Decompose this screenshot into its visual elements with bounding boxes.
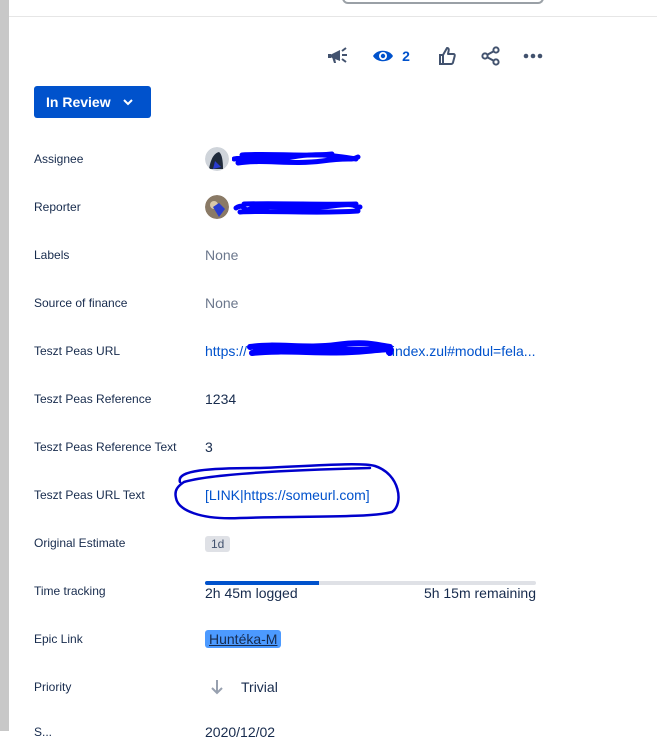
feedback-button[interactable] — [324, 42, 352, 70]
highlight-circle-annotation — [174, 463, 400, 520]
field-label: Assignee — [34, 152, 84, 166]
redacted-assignee-name — [232, 151, 361, 166]
epic-link-value-wrap: Huntéka-M — [205, 627, 282, 651]
vote-button[interactable] — [434, 42, 460, 70]
field-label: Priority — [34, 680, 72, 694]
field-reporter: Reporter — [34, 195, 544, 219]
labels-value[interactable]: None — [205, 243, 238, 267]
field-label: Reporter — [34, 200, 81, 214]
share-button[interactable] — [478, 42, 504, 70]
time-logged-text: 2h 45m logged — [205, 585, 298, 601]
field-teszt-peas-url: Teszt Peas URL https:// /index.zul#modul… — [34, 339, 544, 363]
field-label: Time tracking — [34, 584, 106, 598]
more-actions-button[interactable] — [520, 42, 546, 70]
field-time-tracking: Time tracking 2h 45m logged 5h 15m remai… — [34, 579, 544, 603]
original-estimate-value-wrap[interactable]: 1d — [205, 531, 231, 555]
left-scroll-strip[interactable] — [0, 0, 9, 731]
field-partial: S... 2020/12/02 — [34, 720, 544, 744]
epic-link-lozenge[interactable]: Huntéka-M — [205, 630, 282, 648]
field-label: Labels — [34, 248, 70, 262]
field-label: S... — [34, 725, 53, 739]
source-of-finance-value[interactable]: None — [205, 291, 238, 315]
field-label: Teszt Peas Reference — [34, 392, 152, 406]
field-source-of-finance: Source of finance None — [34, 291, 544, 315]
status-button[interactable]: In Review — [34, 86, 151, 118]
field-label: Epic Link — [34, 632, 83, 646]
watch-button[interactable]: 2 — [368, 42, 414, 70]
reporter-avatar[interactable] — [205, 195, 229, 219]
field-teszt-peas-reference-text: Teszt Peas Reference Text 3 — [34, 435, 544, 459]
field-epic-link: Epic Link Huntéka-M — [34, 627, 544, 651]
teszt-peas-url-start[interactable]: https:// — [205, 339, 247, 363]
field-priority: Priority Trivial — [34, 675, 544, 699]
thumbs-up-icon — [439, 47, 456, 65]
arrow-down-icon — [211, 680, 223, 695]
watch-count: 2 — [402, 48, 410, 64]
partial-value[interactable]: 2020/12/02 — [205, 720, 275, 744]
top-search-field[interactable] — [342, 0, 544, 4]
field-original-estimate: Original Estimate 1d — [34, 531, 544, 555]
chevron-down-icon — [122, 98, 133, 105]
time-remaining-text: 5h 15m remaining — [423, 585, 536, 601]
field-label: Teszt Peas URL Text — [34, 488, 145, 502]
status-label: In Review — [46, 94, 111, 110]
teszt-peas-reference-text-value[interactable]: 3 — [205, 435, 213, 459]
original-estimate-badge: 1d — [205, 536, 231, 552]
redacted-reporter-name — [233, 201, 363, 215]
redacted-url-host — [247, 340, 394, 356]
assignee-avatar[interactable] — [205, 147, 229, 171]
field-teszt-peas-reference: Teszt Peas Reference 1234 — [34, 387, 544, 411]
share-icon — [481, 46, 500, 66]
more-icon — [523, 53, 543, 59]
field-label: Teszt Peas Reference Text — [34, 440, 177, 454]
teszt-peas-reference-value[interactable]: 1234 — [205, 387, 236, 411]
priority-value[interactable]: Trivial — [241, 675, 278, 699]
field-assignee: Assignee — [34, 147, 544, 171]
field-label: Original Estimate — [34, 536, 126, 550]
eye-icon — [373, 50, 394, 62]
teszt-peas-url-end[interactable]: /index.zul#modul=fela... — [388, 339, 535, 363]
header-divider — [9, 16, 657, 17]
field-labels: Labels None — [34, 243, 544, 267]
field-label: Teszt Peas URL — [34, 344, 121, 358]
megaphone-icon — [328, 47, 347, 63]
field-label: Source of finance — [34, 296, 128, 310]
